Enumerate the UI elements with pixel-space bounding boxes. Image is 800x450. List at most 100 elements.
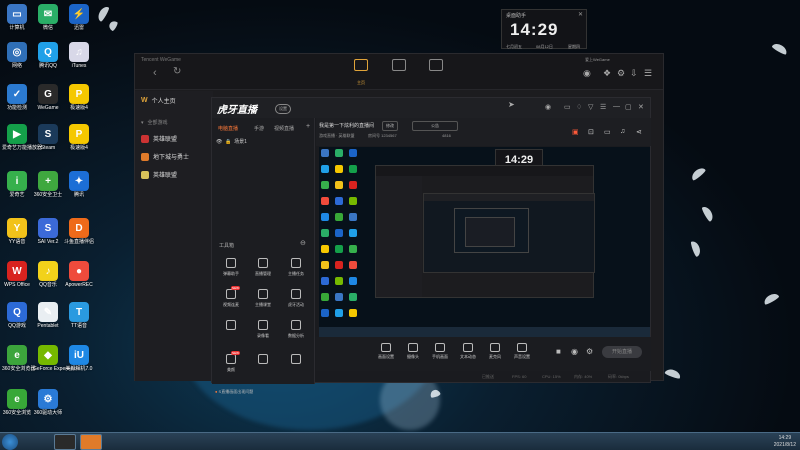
screen-icon[interactable]: ▭ (564, 103, 571, 111)
minimize-icon[interactable]: — (613, 103, 620, 110)
desktop-icon[interactable]: ♪ QQ音乐 (33, 261, 63, 288)
home-icon[interactable] (354, 59, 368, 71)
desktop-icon[interactable]: S Steam (33, 124, 63, 151)
taskbar-app-wegame[interactable] (54, 434, 76, 450)
start-live-button[interactable]: 开始直播 (602, 346, 642, 358)
toolbox-item[interactable]: NEW 美颜 (218, 351, 244, 373)
toolbox-item[interactable]: 弹幕助手 (218, 258, 244, 277)
desktop-icon[interactable]: e 360安全浏览 (2, 389, 32, 416)
download-icon[interactable]: ⇩ (630, 68, 638, 79)
desktop-icon[interactable]: ● ApowerREC (64, 261, 94, 288)
desktop-icon[interactable]: ✉ 微信 (33, 4, 63, 31)
avatar[interactable]: ◉ (545, 103, 551, 111)
settings-badge[interactable]: 设置 (275, 104, 291, 114)
toolbox-item[interactable] (250, 354, 276, 367)
control-button[interactable]: 摄像头 (401, 343, 425, 360)
desktop-icon[interactable]: iU 美颜相机7.0 (64, 345, 94, 372)
desktop-icon[interactable]: G WeGame (33, 84, 63, 111)
desktop-icon[interactable]: ✎ Pentablet (33, 302, 63, 329)
clock-widget[interactable]: 桌面助手 ✕ 14:29 七月初五 08月12日 星期四 (501, 9, 587, 49)
tab-pc-live[interactable]: 电脑直播 (218, 125, 238, 132)
toolbox-item[interactable]: 录像看 (250, 320, 276, 339)
room-title[interactable]: 我是第一下炫利的直播间 (319, 122, 374, 129)
desktop-icon[interactable]: W WPS Office (2, 261, 32, 288)
toolbox-item[interactable]: 直播管理 (250, 258, 276, 277)
desktop-icon[interactable]: P 极速版4 (64, 84, 94, 111)
desktop-icon[interactable]: e 360安全浏览器 (2, 345, 35, 372)
back-icon[interactable]: ‹ (153, 67, 157, 79)
toolbox-item[interactable]: 数据分析 (283, 320, 309, 339)
close-icon[interactable]: ✕ (638, 103, 644, 111)
toolbox-more-icon[interactable]: ⊖ (300, 239, 306, 247)
desktop-icon[interactable]: ◎ 网络 (2, 42, 32, 69)
announcement-button[interactable]: 公告 (412, 121, 458, 131)
desktop-icon[interactable]: +360安全卫士 (33, 171, 63, 198)
desktop-icon[interactable]: D 斗鱼直播伴侣 (64, 218, 94, 245)
desktop-icon[interactable]: T TT语音 (64, 302, 94, 329)
desktop-icon[interactable]: ▶ 爱奇艺万能播放器 (2, 124, 42, 151)
start-button[interactable] (2, 434, 18, 450)
room-category[interactable]: 游戏直播 · 英雄联盟 (319, 133, 355, 139)
desktop-icon[interactable]: Y YY语音 (2, 218, 32, 245)
bell-icon[interactable]: ♫ (620, 128, 625, 135)
system-tray[interactable]: 14:29 2021/8/12 (774, 435, 796, 449)
settings-icon[interactable]: ⚙ (617, 68, 625, 79)
lock-icon[interactable]: 🔒 (225, 139, 231, 145)
toolbox-item[interactable]: 主播任务 (283, 258, 309, 277)
desktop-icon[interactable]: ✓ 功能检测 (2, 84, 32, 111)
menu-icon[interactable]: ☰ (644, 68, 652, 79)
desktop-icon[interactable]: ▭ 计算机 (2, 4, 32, 31)
lock-icon[interactable]: ⊡ (588, 128, 594, 136)
add-scene-icon[interactable]: + (306, 123, 310, 130)
camera-icon[interactable]: ■ (556, 347, 561, 356)
desktop-icon[interactable]: ⚙ 360驱动大师 (33, 389, 63, 416)
share-screen-icon[interactable]: ▭ (604, 128, 611, 136)
desktop-icon[interactable]: ◆ GeForce Experience (33, 345, 79, 372)
desktop-icon[interactable]: ♫ iTunes (64, 42, 94, 69)
desktop-icon[interactable]: i 爱奇艺 (2, 171, 32, 198)
sidebar-game-item[interactable]: 英雄联盟 (141, 170, 177, 179)
gift-icon[interactable]: ▣ (572, 128, 579, 136)
avatar[interactable]: ◉ (583, 68, 591, 79)
tab-mobile-game[interactable]: 手游 (254, 125, 264, 132)
share-icon[interactable]: ⋖ (636, 128, 642, 136)
desktop-icon[interactable]: P 极速版4 (64, 124, 94, 151)
eye-icon[interactable]: 👁 (216, 139, 222, 145)
toolbox-item[interactable]: 虎牙活动 (283, 289, 309, 308)
shirt-icon[interactable]: ♢ (576, 103, 582, 111)
maximize-icon[interactable]: ▢ (625, 103, 632, 111)
desktop-icon[interactable]: S SAI Ver.2 (33, 218, 63, 245)
desktop-icon[interactable]: ⚡ 迅雷 (64, 4, 94, 31)
notice-text[interactable]: ● S直播画面出现问题 (212, 389, 315, 395)
menu-icon[interactable]: ☰ (600, 103, 606, 111)
close-icon[interactable]: ✕ (578, 11, 583, 18)
sidebar-item-personal[interactable]: W 个人主页 (141, 96, 176, 105)
tab-messages-icon[interactable] (392, 59, 406, 71)
toolbox-item[interactable]: NEW 视频连麦 (218, 286, 244, 308)
huya-window[interactable]: 虎牙直播 设置 ➤ ◉ ▭ ♢ ▽ ☰ — ▢ ✕ 电脑直播 手游 视频直播 +… (211, 97, 651, 394)
tab-video-icon[interactable] (429, 59, 443, 71)
control-button[interactable]: 画面设置 (374, 343, 398, 360)
control-button[interactable]: 声音设置 (510, 343, 534, 360)
record-icon[interactable]: ◉ (571, 347, 578, 356)
gear-icon[interactable]: ⚙ (586, 347, 593, 356)
sidebar-game-item[interactable]: 地下城与勇士 (141, 152, 189, 161)
desktop-icon[interactable]: ✦ 腾讯 (64, 171, 94, 198)
tab-video-live[interactable]: 视频直播 (274, 125, 294, 132)
desktop-icon[interactable]: Q 腾讯QQ (33, 42, 63, 69)
taskbar-app-huya[interactable] (80, 434, 102, 450)
edit-button[interactable]: 修改 (382, 121, 398, 131)
toolbox-item[interactable] (218, 320, 244, 333)
desktop-icon[interactable]: Q QQ游戏 (2, 302, 32, 329)
refresh-icon[interactable]: ↻ (173, 66, 181, 77)
sidebar-game-item[interactable]: 英雄联盟 (141, 134, 177, 143)
toolbox-item[interactable]: 主播课堂 (250, 289, 276, 308)
stream-preview[interactable]: 14:29 (319, 147, 650, 337)
scene-item[interactable]: 👁 🔒 场景1 (216, 138, 247, 145)
skin-icon[interactable]: ❖ (603, 68, 611, 79)
skin-icon[interactable]: ▽ (588, 103, 593, 111)
control-button[interactable]: 手机画面 (428, 343, 452, 360)
control-button[interactable]: 麦克风 (483, 343, 507, 360)
control-button[interactable]: 文本动态 (456, 343, 480, 360)
toolbox-item[interactable] (283, 354, 309, 367)
